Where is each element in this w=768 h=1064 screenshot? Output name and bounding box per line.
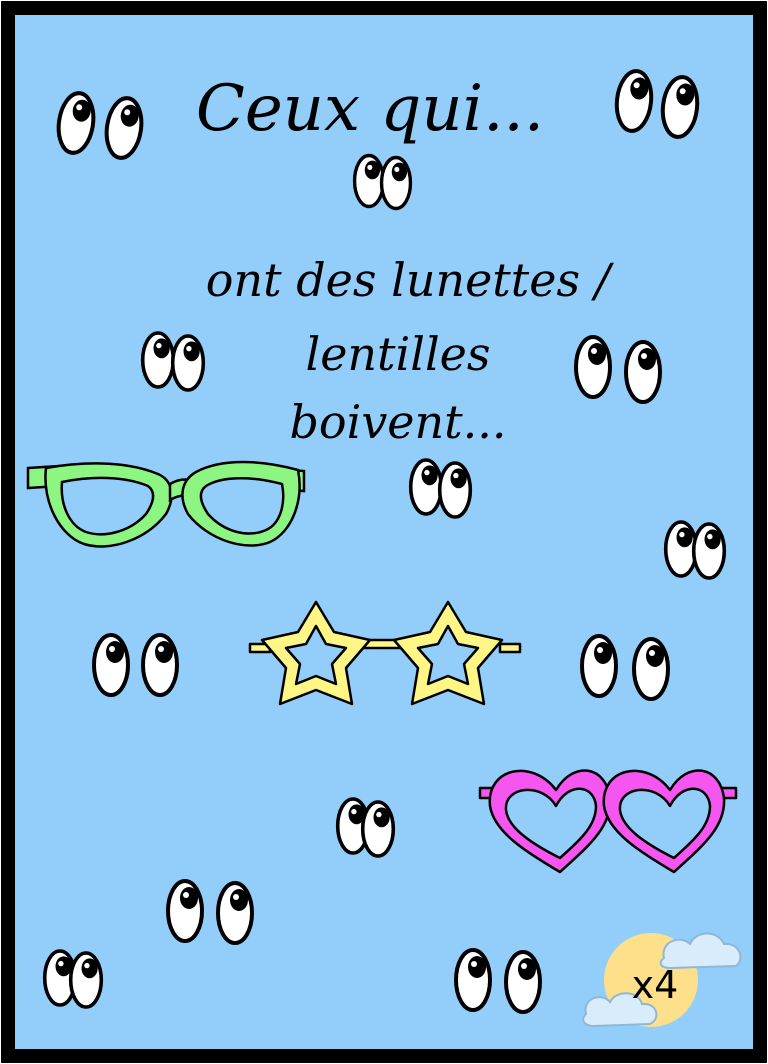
card-line-3: boivent... bbox=[289, 395, 506, 449]
card-title: Ceux qui... bbox=[196, 72, 544, 146]
googly-eyes-10 bbox=[335, 797, 396, 858]
count-badge-label: x4 bbox=[632, 963, 679, 1007]
card-line-1: ont des lunettes / bbox=[206, 253, 615, 307]
game-card: Ceux qui... ont des lunettes / lentilles… bbox=[0, 0, 768, 1064]
googly-eyes-12 bbox=[42, 949, 104, 1009]
card-line-2: lentilles bbox=[305, 327, 490, 381]
